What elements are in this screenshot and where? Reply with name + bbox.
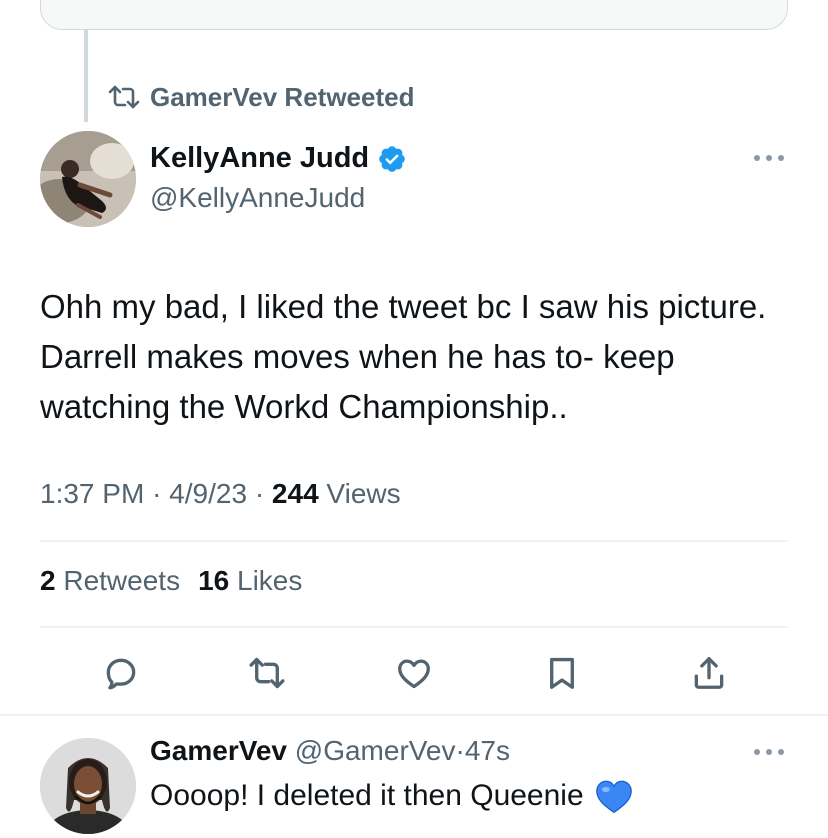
meta-separator: ·	[152, 478, 170, 509]
author-handle[interactable]: @KellyAnneJudd	[150, 182, 365, 214]
blue-heart-emoji-icon	[595, 780, 632, 814]
tweet-date[interactable]: 4/9/23	[169, 478, 247, 509]
retweets-count: 2	[40, 565, 56, 596]
reply-button[interactable]	[96, 648, 146, 698]
reply-separator: ·	[455, 735, 465, 766]
quoted-card-stub	[40, 0, 788, 30]
author-avatar[interactable]	[40, 131, 136, 227]
author-name-text: KellyAnne Judd	[150, 142, 370, 174]
reply-author-avatar[interactable]	[40, 738, 136, 834]
action-bar	[0, 648, 828, 698]
retweet-icon	[249, 657, 285, 689]
like-button[interactable]	[389, 648, 439, 698]
tweet-text: Ohh my bad, I liked the tweet bc I saw h…	[40, 288, 767, 425]
tweet-meta: 1:37 PM · 4/9/23 · 244 Views	[40, 478, 401, 510]
tweet-stats: 2 Retweets 16 Likes	[40, 565, 302, 597]
section-divider	[0, 714, 828, 716]
reply-icon	[106, 658, 136, 690]
reply-time[interactable]: 47s	[465, 735, 510, 766]
share-button[interactable]	[684, 648, 734, 698]
reply-author-handle[interactable]: @GamerVev	[295, 735, 456, 766]
retweet-icon	[108, 85, 140, 109]
retweet-label: GamerVev Retweeted	[150, 81, 415, 112]
share-icon	[694, 657, 724, 689]
likes-count: 16	[198, 565, 230, 596]
more-options-icon[interactable]	[752, 152, 786, 164]
like-icon	[398, 659, 430, 689]
retweets-stat[interactable]: 2 Retweets	[40, 565, 180, 597]
retweets-label: Retweets	[63, 565, 181, 596]
divider	[40, 626, 788, 628]
bookmark-icon	[550, 657, 574, 689]
meta-separator: ·	[254, 478, 272, 509]
author-name[interactable]: KellyAnne Judd	[150, 142, 407, 175]
divider	[40, 540, 788, 542]
likes-stat[interactable]: 16 Likes	[198, 565, 302, 597]
reply-text: Oooop! I deleted it then Queenie	[150, 778, 634, 814]
reply-header: GamerVev @GamerVev·47s	[150, 735, 510, 767]
views-label: Views	[326, 478, 401, 509]
reply-more-options-icon[interactable]	[752, 746, 786, 758]
verified-badge-icon	[379, 145, 405, 172]
thread-line	[84, 30, 88, 122]
retweet-context[interactable]: GamerVev Retweeted	[108, 82, 414, 112]
retweet-button[interactable]	[242, 648, 292, 698]
reply-author-name[interactable]: GamerVev	[150, 735, 287, 766]
views-count: 244	[271, 478, 319, 509]
likes-label: Likes	[237, 565, 303, 596]
reply-text-content: Oooop! I deleted it then Queenie	[150, 779, 584, 812]
bookmark-button[interactable]	[537, 648, 587, 698]
tweet-time[interactable]: 1:37 PM	[40, 478, 144, 509]
